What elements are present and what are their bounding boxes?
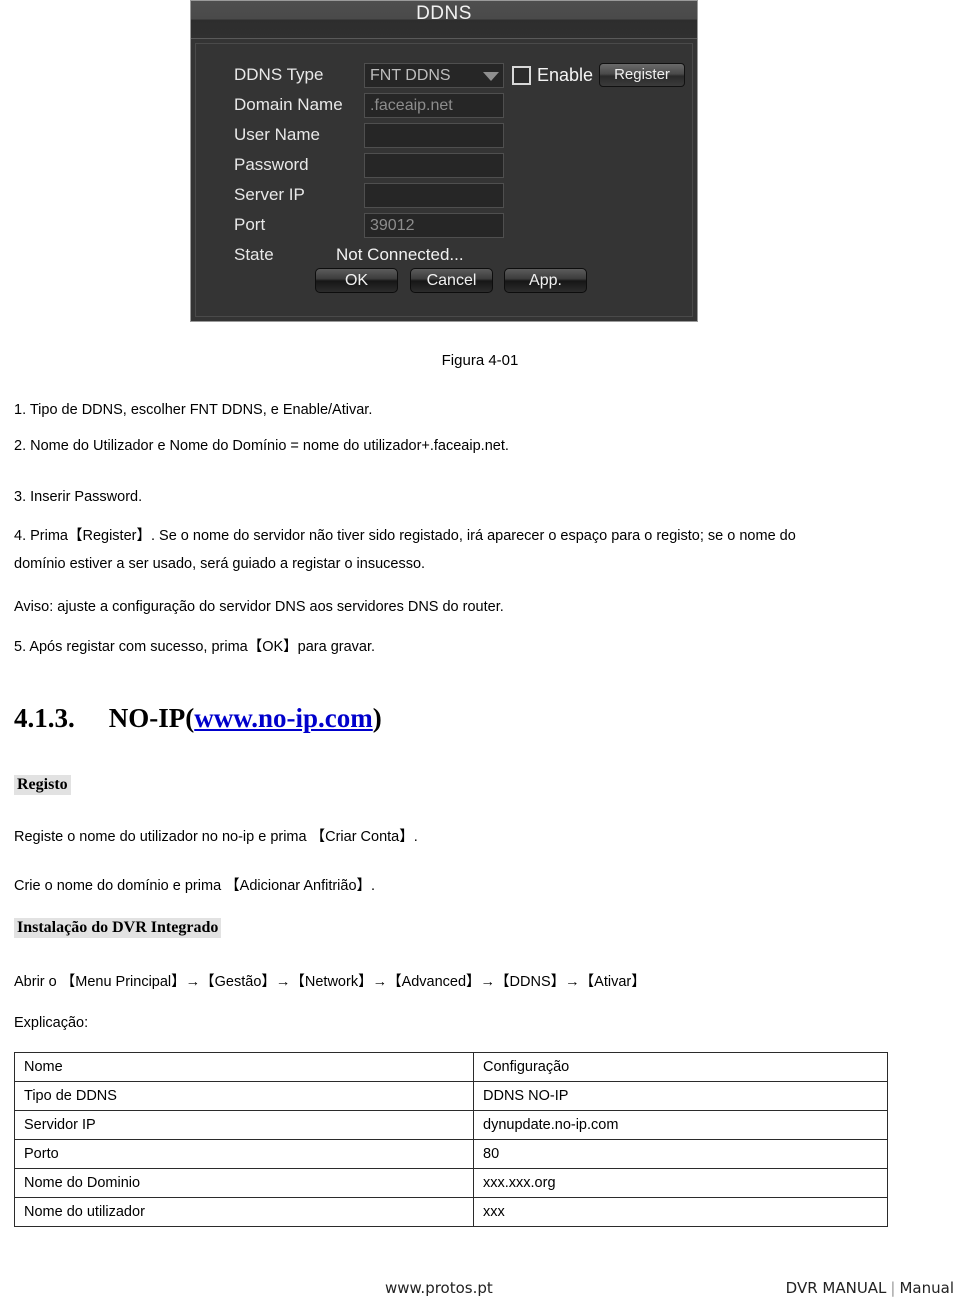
footer-manual-label: DVR MANUAL | Manual (786, 1279, 954, 1297)
dialog-body: DDNS Type FNT DDNS Enable Register Domai… (195, 43, 693, 317)
dialog-title: DDNS (416, 3, 472, 24)
section-title-suffix: ) (372, 703, 382, 733)
table-row: Servidor IP dynupdate.no-ip.com (14, 1110, 888, 1140)
explicacao-table: Nome Configuração Tipo de DDNS DDNS NO-I… (14, 1052, 888, 1227)
figure-caption: Figura 4-01 (441, 352, 519, 369)
explicacao-label: Explicação: (14, 1015, 89, 1031)
ok-button[interactable]: OK (315, 268, 398, 293)
field-row-password: Password (196, 150, 692, 180)
field-row-server-ip: Server IP (196, 180, 692, 210)
label-state: State (234, 245, 274, 264)
dialog-button-row: OK Cancel App. (196, 268, 692, 294)
registo-heading: Registo (14, 775, 71, 795)
step-4-line-1: 4. Prima【Register】. Se o nome do servido… (14, 528, 796, 544)
step-5: 5. Após registar com sucesso, prima【OK】p… (14, 639, 376, 655)
field-row-port: Port 39012 (196, 210, 692, 240)
table-cell-name: Servidor IP (14, 1110, 474, 1140)
footer-separator: | (890, 1279, 896, 1297)
field-row-state: State Not Connected... (196, 240, 692, 270)
table-header-row: Nome Configuração (14, 1052, 888, 1082)
section-title-prefix: NO-IP( (108, 703, 195, 733)
step-1: 1. Tipo de DDNS, escolher FNT DDNS, e En… (14, 402, 373, 418)
table-row: Nome do Dominio xxx.xxx.org (14, 1168, 888, 1198)
dialog-titlebar: DDNS (191, 1, 697, 39)
instalacao-heading: Instalação do DVR Integrado (14, 918, 222, 938)
step-4-line-2: domínio estiver a ser usado, será guiado… (14, 556, 426, 572)
apply-button[interactable]: App. (504, 268, 587, 293)
input-password[interactable] (364, 153, 504, 178)
table-cell-name: Porto (14, 1139, 474, 1169)
table-cell-name: Nome do Dominio (14, 1168, 474, 1198)
section-number: 4.1.3. (14, 703, 75, 733)
registo-line-2: Crie o nome do domínio e prima 【Adiciona… (14, 878, 376, 894)
no-ip-link[interactable]: www.no-ip.com (194, 703, 373, 733)
step-3: 3. Inserir Password. (14, 489, 143, 505)
label-user-name: User Name (234, 125, 320, 144)
step-2: 2. Nome do Utilizador e Nome do Domínio … (14, 438, 509, 454)
ddns-dialog-screenshot: DDNS DDNS Type FNT DDNS Enable Register … (190, 0, 698, 322)
table-cell-value: DDNS NO-IP (473, 1081, 888, 1111)
table-row: Nome do utilizador xxx (14, 1197, 888, 1227)
registo-line-1: Registe o nome do utilizador no no-ip e … (14, 829, 418, 845)
page-footer: www.protos.pt DVR MANUAL | Manual (0, 1279, 960, 1303)
table-cell-value: 80 (473, 1139, 888, 1169)
footer-manual-title: DVR MANUAL (785, 1279, 887, 1297)
table-header-nome: Nome (14, 1052, 474, 1082)
label-domain-name: Domain Name (234, 95, 343, 114)
table-row: Porto 80 (14, 1139, 888, 1169)
field-row-domain-name: Domain Name .faceaip.net (196, 90, 692, 120)
table-header-configuracao: Configuração (473, 1052, 888, 1082)
label-server-ip: Server IP (234, 185, 305, 204)
table-cell-name: Tipo de DDNS (14, 1081, 474, 1111)
table-cell-value: dynupdate.no-ip.com (473, 1110, 888, 1140)
field-row-user-name: User Name (196, 120, 692, 150)
notice-dns: Aviso: ajuste a configuração do servidor… (14, 599, 504, 615)
section-heading-413: 4.1.3. NO-IP(www.no-ip.com) (14, 703, 382, 734)
checkbox-enable[interactable] (512, 66, 531, 85)
input-server-ip[interactable] (364, 183, 504, 208)
table-cell-value: xxx.xxx.org (473, 1168, 888, 1198)
select-ddns-type[interactable]: FNT DDNS (364, 63, 504, 88)
label-enable: Enable (537, 65, 594, 85)
table-cell-value: xxx (473, 1197, 888, 1227)
label-port: Port (234, 215, 266, 234)
label-ddns-type: DDNS Type (234, 65, 324, 84)
input-domain-name[interactable]: .faceaip.net (364, 93, 504, 118)
footer-website: www.protos.pt (385, 1279, 493, 1297)
label-password: Password (234, 155, 309, 174)
register-button[interactable]: Register (599, 63, 685, 87)
input-user-name[interactable] (364, 123, 504, 148)
select-ddns-type-value: FNT DDNS (370, 67, 451, 84)
table-cell-name: Nome do utilizador (14, 1197, 474, 1227)
field-row-ddns-type: DDNS Type FNT DDNS Enable Register (196, 60, 692, 90)
footer-manual-sub: Manual (899, 1279, 954, 1297)
cancel-button[interactable]: Cancel (410, 268, 493, 293)
input-port[interactable]: 39012 (364, 213, 504, 238)
value-state: Not Connected... (336, 245, 464, 264)
chevron-down-icon[interactable] (483, 72, 499, 81)
table-row: Tipo de DDNS DDNS NO-IP (14, 1081, 888, 1111)
instalacao-path: Abrir o 【Menu Principal】→【Gestão】→【Netwo… (14, 974, 646, 990)
